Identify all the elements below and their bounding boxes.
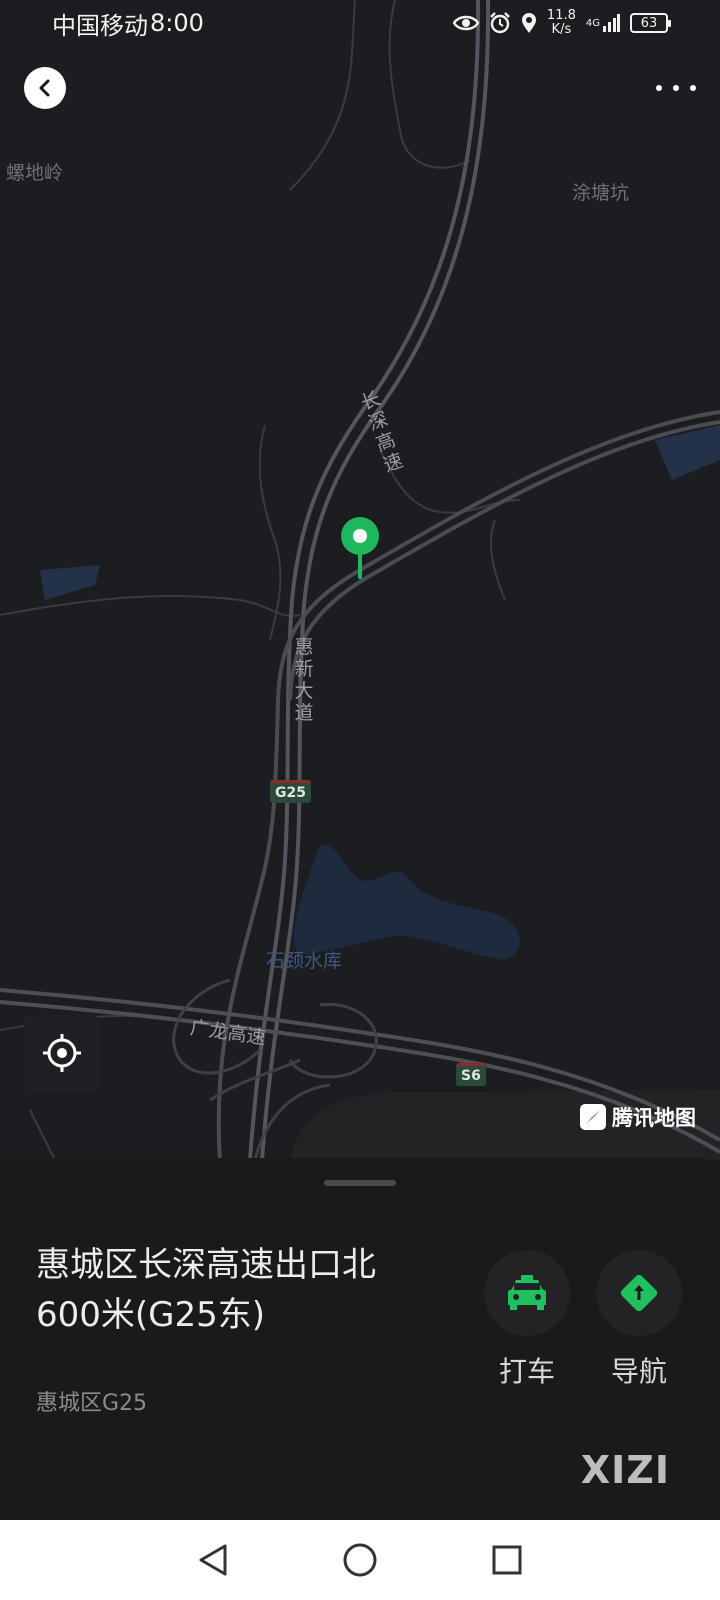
- compass-logo-icon: [580, 1104, 606, 1130]
- carrier-name: 中国移动: [52, 11, 148, 40]
- back-button[interactable]: [24, 67, 66, 109]
- taxi-icon: [508, 1275, 546, 1310]
- tencent-map-logo: 腾讯地图: [580, 1102, 696, 1132]
- status-bar: 中国移动 8:00 11.8 K/s 4G 63: [0, 0, 720, 46]
- highway-shield-s6: S6: [456, 1063, 486, 1086]
- taxi-label: 打车: [498, 1355, 555, 1388]
- battery-icon: 63: [630, 13, 671, 33]
- watermark-logo: XIZI: [580, 1448, 670, 1492]
- place-subtitle: 惠城区G25: [36, 1391, 148, 1416]
- more-options-button[interactable]: [656, 78, 696, 98]
- location-icon: [521, 12, 537, 34]
- locate-me-button[interactable]: [24, 1015, 100, 1091]
- drag-handle[interactable]: [324, 1180, 396, 1186]
- place-title: 惠城区长深高速出口北 600米(G25东): [36, 1245, 376, 1335]
- place-label-luodiling: 螺地岭: [6, 162, 64, 184]
- recents-square-icon[interactable]: [487, 1540, 527, 1580]
- place-label-reservoir: 石颈水库: [266, 950, 343, 972]
- place-detail-sheet[interactable]: 惠城区长深高速出口北 600米(G25东) 惠城区G25 打车 导航 XIZI: [0, 1158, 720, 1520]
- road-label-huixin: 惠 新 大 道: [294, 636, 314, 724]
- clock: 8:00: [150, 9, 204, 37]
- crosshair-icon: [43, 1034, 81, 1072]
- chevron-left-icon: [39, 79, 50, 97]
- back-triangle-icon[interactable]: [193, 1540, 233, 1580]
- system-navigation-bar: [0, 1520, 720, 1600]
- home-circle-icon[interactable]: [340, 1540, 380, 1580]
- network-speed: 11.8 K/s: [546, 8, 576, 37]
- highway-shield-g25: G25: [270, 780, 311, 803]
- place-label-tutangkeng: 涂塘坑: [572, 182, 630, 204]
- alarm-icon: [489, 12, 511, 34]
- navigate-button[interactable]: 导航: [596, 1250, 682, 1390]
- taxi-button[interactable]: 打车: [484, 1250, 570, 1390]
- navigation-icon: [620, 1274, 658, 1312]
- eye-icon: [452, 14, 479, 32]
- map-roads: [0, 0, 720, 1160]
- navigate-label: 导航: [610, 1355, 667, 1388]
- signal-icon: 4G: [586, 14, 620, 32]
- map-view[interactable]: 螺地岭 涂塘坑 长 深 高 速 惠 新 大 道 G25 S6 石颈水库 广龙高速: [0, 0, 720, 1160]
